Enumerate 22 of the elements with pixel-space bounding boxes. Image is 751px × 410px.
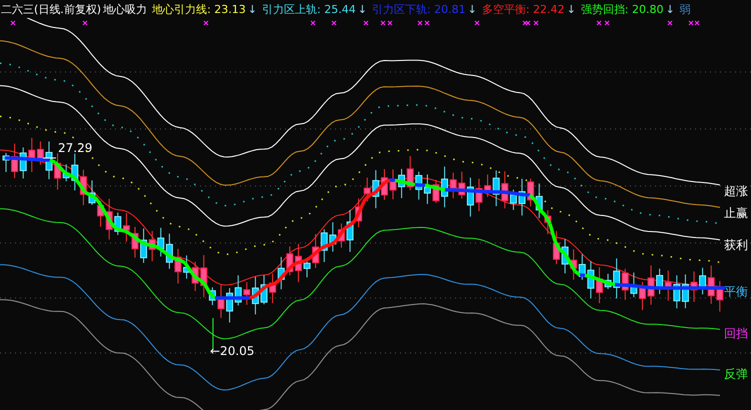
trend-arrow: ↓: [358, 2, 367, 16]
chart-title: 二六三(日线.前复权): [1, 2, 102, 16]
indicator-value: 引力区上轨: 25.44: [262, 2, 356, 16]
band-label: 超涨: [724, 184, 748, 198]
indicator-value: 多空平衡: 22.42: [482, 2, 565, 16]
low-price-label: ←20.05: [210, 344, 254, 358]
indicator-value: 强势回挡: 20.80: [580, 2, 664, 16]
indicator-value: 引力区下轨: 20.81: [372, 2, 466, 16]
high-price-label: 27.29: [58, 141, 92, 155]
band-label: 回挡: [724, 326, 748, 341]
trend-arrow: ↓: [665, 2, 675, 16]
band-label: 获利: [724, 238, 748, 252]
leader-line: [212, 318, 214, 350]
indicator-value: 地心引力线: 23.13: [152, 2, 246, 16]
trend-arrow: ↓: [248, 2, 258, 16]
trend-arrow: ↓: [468, 2, 477, 16]
band-label: 反弹: [724, 366, 748, 381]
band-label: 止赢: [724, 206, 748, 220]
band-label: 平衡: [724, 284, 748, 298]
indicator-value: 弱: [680, 2, 691, 16]
indicator-name: 地心吸力: [103, 2, 148, 16]
trend-arrow: ↓: [566, 2, 576, 16]
